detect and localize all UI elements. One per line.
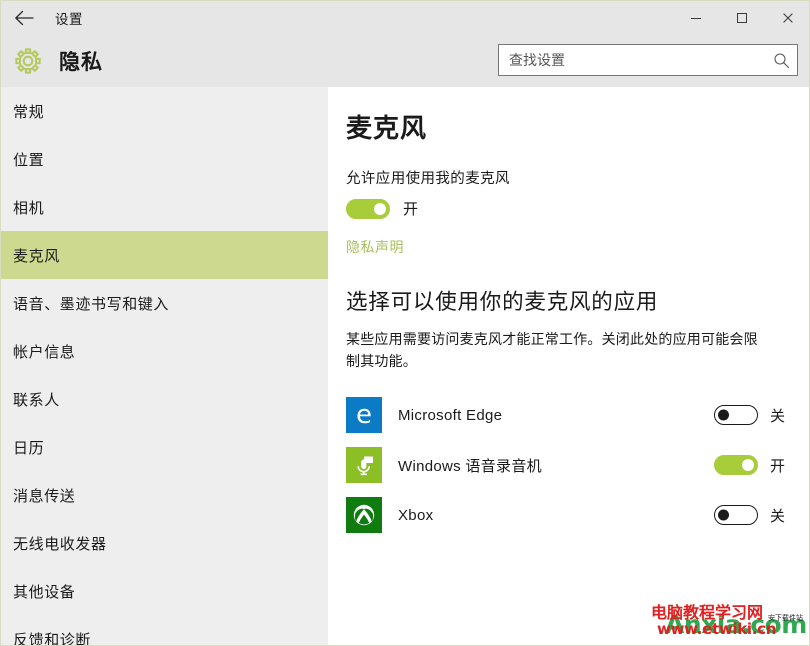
sidebar-item-general[interactable]: 常规 bbox=[1, 87, 328, 135]
sidebar-item-label: 语音、墨迹书写和键入 bbox=[13, 295, 170, 313]
sidebar-item-contacts[interactable]: 联系人 bbox=[1, 375, 328, 423]
app-list: e Microsoft Edge 关 Windows 语音录音机 开 Xbox … bbox=[328, 390, 809, 540]
sidebar-item-label: 相机 bbox=[13, 199, 45, 217]
search-box[interactable] bbox=[498, 44, 798, 76]
sidebar-item-speech-inking-typing[interactable]: 语音、墨迹书写和键入 bbox=[1, 279, 328, 327]
app-toggle-wrap: 关 bbox=[714, 405, 796, 426]
sidebar-item-label: 其他设备 bbox=[13, 583, 76, 601]
sidebar-item-label: 帐户信息 bbox=[13, 343, 76, 361]
caption-buttons bbox=[673, 1, 809, 35]
search-icon[interactable] bbox=[765, 45, 797, 75]
sidebar-item-other-devices[interactable]: 其他设备 bbox=[1, 567, 328, 615]
app-name: Xbox bbox=[398, 506, 434, 524]
sidebar-item-messaging[interactable]: 消息传送 bbox=[1, 471, 328, 519]
app-name: Windows 语音录音机 bbox=[398, 457, 542, 475]
edge-icon: e bbox=[346, 397, 382, 434]
sidebar-item-calendar[interactable]: 日历 bbox=[1, 423, 328, 471]
voice-recorder-icon bbox=[346, 447, 382, 484]
sidebar-item-microphone[interactable]: 麦克风 bbox=[1, 231, 328, 279]
close-button[interactable] bbox=[765, 1, 809, 35]
toggle-knob bbox=[742, 459, 754, 472]
gear-icon bbox=[11, 44, 45, 78]
app-toggle-edge[interactable] bbox=[714, 405, 758, 426]
toggle-knob bbox=[718, 409, 729, 421]
list-item: Windows 语音录音机 开 bbox=[328, 440, 809, 490]
title-bar: 设置 bbox=[1, 1, 809, 35]
sidebar-item-label: 位置 bbox=[13, 151, 45, 169]
app-toggle-state: 关 bbox=[770, 407, 786, 425]
allow-microphone-toggle[interactable] bbox=[346, 198, 390, 219]
xbox-icon bbox=[346, 497, 382, 534]
sidebar-item-camera[interactable]: 相机 bbox=[1, 183, 328, 231]
page-header-title: 隐私 bbox=[59, 51, 103, 74]
sidebar-item-feedback-diagnostics[interactable]: 反馈和诊断 bbox=[1, 615, 328, 646]
app-toggle-state: 开 bbox=[770, 457, 786, 475]
sidebar-item-label: 消息传送 bbox=[13, 487, 76, 505]
page-title: 麦克风 bbox=[346, 113, 428, 143]
allow-microphone-toggle-row: 开 bbox=[346, 198, 809, 219]
sidebar-item-label: 反馈和诊断 bbox=[13, 631, 92, 646]
app-toggle-wrap: 关 bbox=[714, 505, 796, 526]
main-content: 麦克风 允许应用使用我的麦克风 开 隐私声明 选择可以使用你的麦克风的应用 某些… bbox=[328, 87, 809, 645]
sidebar-item-label: 麦克风 bbox=[13, 247, 60, 265]
sidebar-item-location[interactable]: 位置 bbox=[1, 135, 328, 183]
toggle-knob bbox=[374, 202, 386, 215]
app-toggle-xbox[interactable] bbox=[714, 505, 758, 526]
edge-icon-glyph: e bbox=[356, 400, 372, 431]
app-toggle-state: 关 bbox=[770, 507, 786, 525]
header-bar: 隐私 bbox=[1, 35, 809, 87]
privacy-statement-link[interactable]: 隐私声明 bbox=[346, 237, 404, 257]
apps-section-description: 某些应用需要访问麦克风才能正常工作。关闭此处的应用可能会限制其功能。 bbox=[346, 331, 758, 369]
back-button[interactable] bbox=[1, 1, 47, 35]
allow-microphone-toggle-state: 开 bbox=[403, 201, 419, 218]
sidebar-item-label: 联系人 bbox=[13, 391, 60, 409]
sidebar-item-account-info[interactable]: 帐户信息 bbox=[1, 327, 328, 375]
sidebar-item-radios[interactable]: 无线电收发器 bbox=[1, 519, 328, 567]
toggle-knob bbox=[718, 509, 729, 521]
window-title: 设置 bbox=[55, 12, 83, 27]
apps-section-heading: 选择可以使用你的麦克风的应用 bbox=[346, 290, 659, 314]
sidebar-item-label: 无线电收发器 bbox=[13, 535, 107, 553]
app-name: Microsoft Edge bbox=[398, 406, 503, 424]
app-toggle-wrap: 开 bbox=[714, 455, 796, 476]
minimize-button[interactable] bbox=[673, 1, 719, 35]
sidebar[interactable]: 常规 位置 相机 麦克风 语音、墨迹书写和键入 帐户信息 联系人 日历 消息传送… bbox=[1, 87, 328, 646]
sidebar-item-label: 常规 bbox=[13, 103, 45, 121]
allow-microphone-label: 允许应用使用我的麦克风 bbox=[346, 171, 510, 187]
sidebar-item-label: 日历 bbox=[13, 439, 45, 457]
settings-window: 设置 隐私 查找设置 常规 位置 相机 麦克风 语音、墨迹书写和键入 帐户信息 … bbox=[0, 0, 810, 646]
maximize-button[interactable] bbox=[719, 1, 765, 35]
app-toggle-voice-recorder[interactable] bbox=[714, 455, 758, 476]
list-item: e Microsoft Edge 关 bbox=[328, 390, 809, 440]
list-item: Xbox 关 bbox=[328, 490, 809, 540]
search-input[interactable] bbox=[499, 46, 765, 74]
